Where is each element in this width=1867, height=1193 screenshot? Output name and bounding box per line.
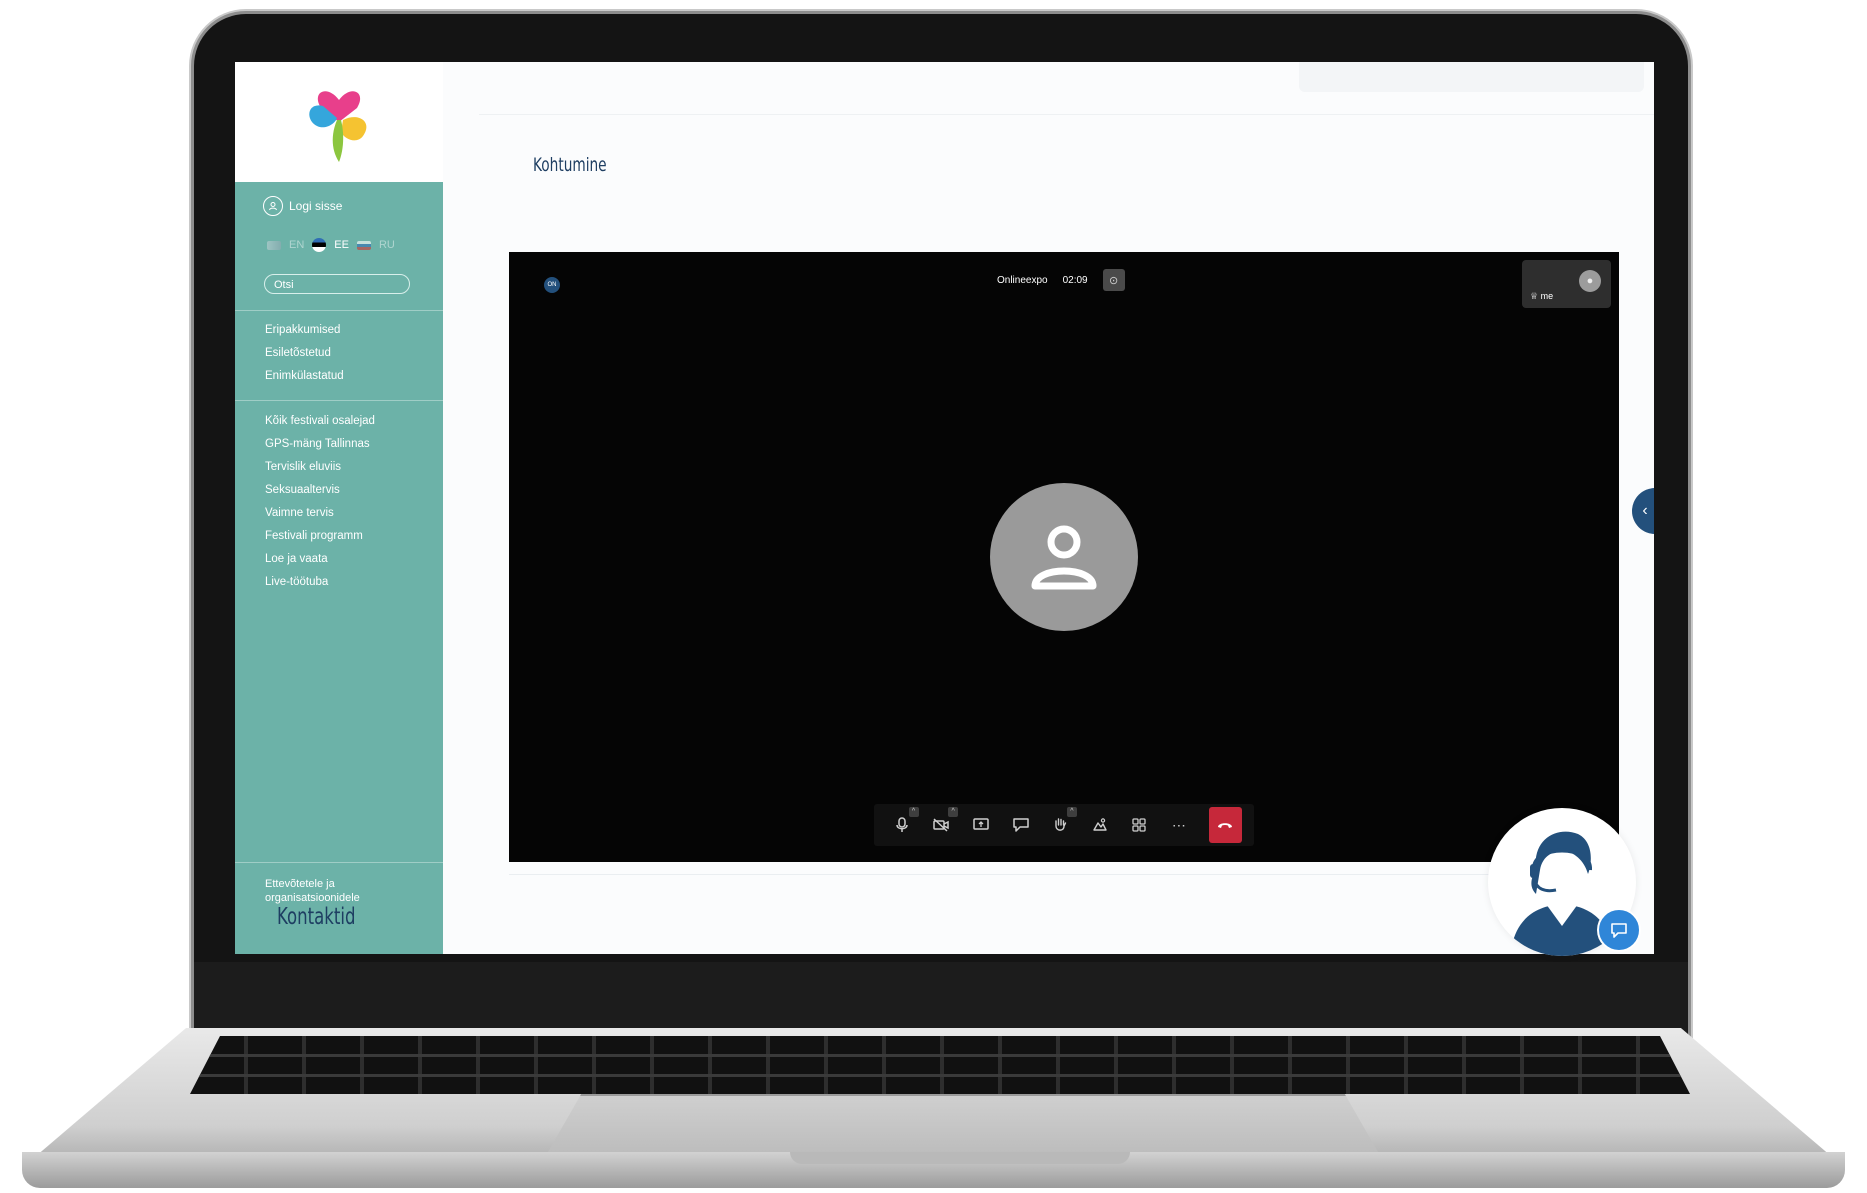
chevron-up-icon[interactable]: ^ — [948, 807, 959, 817]
screen-share-button[interactable] — [965, 808, 997, 842]
nav-group-categories: Kõik festivali osalejad GPS-mäng Tallinn… — [265, 410, 375, 594]
screen-share-icon — [973, 818, 989, 830]
hang-up-button[interactable] — [1208, 807, 1243, 843]
chat-bubble-icon — [1611, 923, 1627, 938]
background-icon — [1092, 818, 1107, 831]
chevron-up-icon[interactable]: ^ — [908, 807, 919, 817]
mini-avatar-icon: ● — [1579, 270, 1601, 292]
sidebar-divider — [235, 400, 443, 401]
login-label: Logi sisse — [289, 199, 343, 213]
logo-area[interactable] — [235, 62, 443, 182]
laptop-keyboard — [190, 1036, 1690, 1094]
laptop-trackpad — [548, 1094, 1378, 1152]
sidebar-divider — [235, 862, 443, 863]
chat-bubble-button[interactable] — [1597, 908, 1641, 952]
chat-button[interactable] — [1005, 808, 1037, 842]
nav-item-loe-ja-vaata[interactable]: Loe ja vaata — [265, 548, 375, 571]
login-link[interactable]: Logi sisse — [263, 196, 342, 216]
self-name: me — [1540, 291, 1554, 301]
lang-ee[interactable]: EE — [334, 239, 349, 251]
tile-view-button[interactable] — [1123, 808, 1155, 842]
flag-uk-icon[interactable] — [267, 240, 281, 250]
nav-item-enimkulastatud[interactable]: Enimkülastatud — [265, 365, 344, 388]
flower-logo-icon — [309, 91, 367, 162]
section-divider — [509, 874, 1619, 875]
nav-item-eripakkumised[interactable]: Eripakkumised — [265, 319, 344, 342]
raise-hand-icon — [1055, 818, 1067, 831]
phone-hangup-icon — [1218, 823, 1233, 828]
search-input[interactable]: Otsi — [264, 274, 410, 294]
laptop-bezel-chin — [194, 962, 1688, 1034]
nav-group-featured: Eripakkumised Esiletõstetud Enimkülastat… — [265, 319, 344, 388]
microphone-button[interactable]: ^ — [886, 807, 919, 842]
call-header: Onlineexpo 02:09 ⊙ — [997, 269, 1125, 291]
chevron-left-icon: ‹ — [1642, 502, 1648, 519]
microphone-icon — [896, 817, 908, 832]
footer-link-organisations[interactable]: Ettevõtetele ja organisatsioonidele — [265, 877, 415, 905]
nav-item-festivali-programm[interactable]: Festivali programm — [265, 525, 375, 548]
contacts-title: Kontaktid — [277, 904, 356, 930]
flag-ee-icon[interactable] — [312, 238, 327, 252]
nav-item-seksuaaltervis[interactable]: Seksuaaltervis — [265, 479, 375, 502]
call-toolbar: ^ ^ ^ ⋯ — [874, 804, 1254, 846]
nav-item-esiletostetud[interactable]: Esiletõstetud — [265, 342, 344, 365]
camera-off-icon — [933, 818, 950, 832]
participant-avatar — [990, 483, 1138, 631]
laptop-notch — [790, 1152, 1130, 1164]
chevron-up-icon[interactable]: ^ — [1066, 807, 1077, 817]
nav-item-vaimne-tervis[interactable]: Vaimne tervis — [265, 502, 375, 525]
keyboard-row — [190, 1074, 1690, 1077]
grid-icon — [1132, 818, 1146, 832]
person-icon — [1031, 525, 1097, 590]
self-label: ♕ me — [1530, 291, 1554, 301]
meeting-name: Onlineexpo — [997, 274, 1048, 286]
nav-item-tervislik-eluviis[interactable]: Tervislik eluviis — [265, 456, 375, 479]
self-view-tile[interactable]: ● ♕ me — [1522, 260, 1611, 308]
user-icon — [263, 196, 283, 216]
nav-item-gps-mang[interactable]: GPS-mäng Tallinnas — [265, 433, 375, 456]
on-badge-icon: ON — [544, 277, 560, 293]
raise-hand-button[interactable]: ^ — [1044, 807, 1077, 842]
top-search-field[interactable] — [1299, 62, 1644, 92]
nav-item-koik-osalejad[interactable]: Kõik festivali osalejad — [265, 410, 375, 433]
info-icon[interactable]: ⊙ — [1102, 269, 1125, 291]
top-bar — [479, 62, 1654, 115]
lang-ru[interactable]: RU — [379, 239, 395, 251]
camera-button[interactable]: ^ — [926, 807, 959, 842]
meeting-title: Kohtumine — [533, 154, 607, 176]
video-call-frame: ON Onlineexpo 02:09 ⊙ ● ♕ me ^ ^ ^ ⋯ — [509, 252, 1619, 862]
keyboard-row — [190, 1054, 1690, 1057]
flag-ru-icon[interactable] — [356, 240, 371, 250]
more-icon: ⋯ — [1171, 816, 1186, 833]
nav-item-live-tootuba[interactable]: Live-töötuba — [265, 571, 375, 594]
chat-icon — [1012, 818, 1029, 832]
language-switcher: EN EE RU — [267, 238, 395, 252]
sidebar-divider — [235, 310, 443, 311]
lang-en[interactable]: EN — [289, 239, 304, 251]
call-timer: 02:09 — [1062, 274, 1088, 286]
background-button[interactable] — [1084, 808, 1116, 842]
more-options-button[interactable]: ⋯ — [1163, 808, 1195, 842]
sidebar: Logi sisse EN EE RU Otsi Eripakkumised E… — [235, 62, 443, 954]
screen: Logi sisse EN EE RU Otsi Eripakkumised E… — [235, 62, 1654, 954]
